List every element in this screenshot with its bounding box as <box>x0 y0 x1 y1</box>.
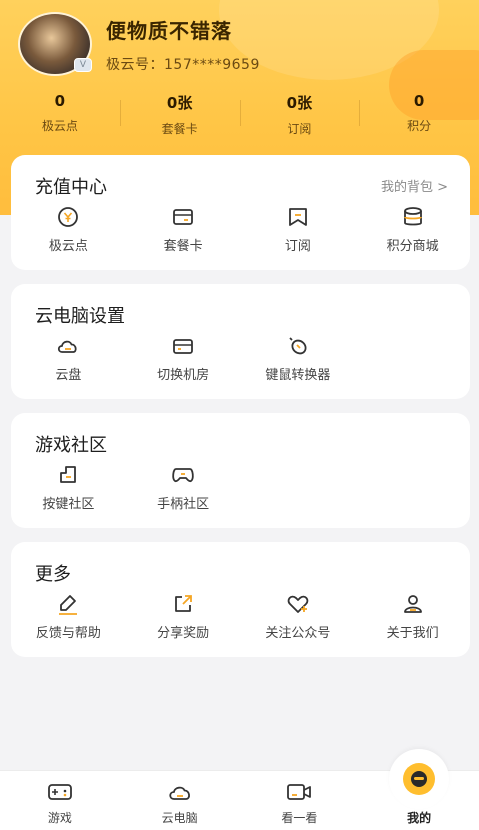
stat-subscriptions[interactable]: 0张 订阅 <box>239 92 360 137</box>
item-label: 关注公众号 <box>265 626 331 641</box>
tab-watch[interactable]: 看一看 <box>240 771 360 830</box>
coins-stack-icon <box>403 207 422 226</box>
item-label: 关于我们 <box>386 626 439 641</box>
tab-games[interactable]: 游戏 <box>0 771 120 830</box>
more-item-feedback[interactable]: 反馈与帮助 <box>11 592 126 641</box>
item-label: 订阅 <box>284 239 311 254</box>
stat-points[interactable]: 0 积分 <box>359 92 479 137</box>
item-label: 分享奖励 <box>157 626 210 641</box>
stat-package-cards[interactable]: 0张 套餐卡 <box>119 92 240 137</box>
video-camera-icon <box>287 784 312 800</box>
tab-label: 我的 <box>407 811 432 825</box>
tab-cloud-pc[interactable]: 云电脑 <box>120 771 240 830</box>
recharge-item-package-card[interactable]: 套餐卡 <box>126 205 241 254</box>
avatar[interactable]: V <box>18 12 92 76</box>
vip-badge: V <box>74 58 92 72</box>
heart-plus-icon <box>287 595 309 613</box>
community-item-keys[interactable]: 按键社区 <box>11 463 126 512</box>
stat-value: 0张 <box>286 94 313 112</box>
item-label: 手柄社区 <box>157 497 210 512</box>
tab-mine[interactable]: 我的 <box>359 749 479 830</box>
cloud-pc-settings-card: 云电脑设置 云盘 切换机房 键鼠转换器 <box>11 284 470 399</box>
cloud-icon <box>168 786 190 800</box>
stats-bar: 0 极云点 0张 套餐卡 0张 订阅 0 积分 <box>0 92 479 137</box>
item-label: 套餐卡 <box>163 239 203 254</box>
stat-value: 0 <box>413 92 425 110</box>
share-icon <box>175 595 193 612</box>
tab-label: 看一看 <box>281 811 318 825</box>
stat-label: 订阅 <box>287 122 312 136</box>
yen-coin-icon <box>58 207 79 227</box>
stat-label: 积分 <box>407 119 432 133</box>
settings-item-mouse-converter[interactable]: 键鼠转换器 <box>241 334 356 383</box>
community-item-gamepad[interactable]: 手柄社区 <box>126 463 241 512</box>
recharge-item-points-mall[interactable]: 积分商城 <box>355 205 470 254</box>
keyboard-key-icon <box>60 466 77 483</box>
game-community-card: 游戏社区 按键社区 手柄社区 <box>11 413 470 528</box>
item-label: 键鼠转换器 <box>265 368 331 383</box>
server-icon <box>173 339 194 354</box>
cloud-icon <box>58 340 77 353</box>
recharge-item-cloud-points[interactable]: 极云点 <box>11 205 126 254</box>
item-label: 积分商城 <box>386 239 439 254</box>
card-title: 云电脑设置 <box>35 306 125 327</box>
profile-section[interactable]: V 便物质不错落 极云号：157****9659 <box>18 12 260 76</box>
pencil-icon <box>59 595 78 615</box>
card-icon <box>173 209 194 225</box>
stat-value: 0张 <box>166 94 193 112</box>
mouse-icon <box>289 337 307 355</box>
stat-label: 极云点 <box>41 119 78 133</box>
more-item-share[interactable]: 分享奖励 <box>126 592 241 641</box>
recharge-center-card: 充值中心 我的背包 > 极云点 套餐卡 订阅 积分商城 <box>11 155 470 270</box>
item-label: 切换机房 <box>157 368 210 383</box>
gamepad-icon <box>172 468 194 483</box>
item-label: 反馈与帮助 <box>35 626 101 641</box>
recharge-item-subscription[interactable]: 订阅 <box>241 205 356 254</box>
more-item-follow[interactable]: 关注公众号 <box>241 592 356 641</box>
user-id: 极云号：157****9659 <box>106 56 260 73</box>
settings-item-switch-room[interactable]: 切换机房 <box>126 334 241 383</box>
settings-item-cloud-disk[interactable]: 云盘 <box>11 334 126 383</box>
my-backpack-link[interactable]: 我的背包 > <box>381 176 448 195</box>
stat-label: 套餐卡 <box>161 122 198 136</box>
item-label: 按键社区 <box>42 497 95 512</box>
stat-value: 0 <box>54 92 66 110</box>
game-controller-icon <box>47 784 72 800</box>
mine-face-icon <box>403 763 436 795</box>
more-item-about[interactable]: 关于我们 <box>355 592 470 641</box>
bottom-tab-bar: 游戏 云电脑 看一看 我的 <box>0 749 479 830</box>
more-card: 更多 反馈与帮助 分享奖励 关注公众号 关于我们 <box>11 542 470 657</box>
tab-label: 游戏 <box>47 811 72 825</box>
username: 便物质不错落 <box>106 18 232 43</box>
bookmark-icon <box>288 208 307 226</box>
card-title: 游戏社区 <box>35 435 107 456</box>
stat-cloud-points[interactable]: 0 极云点 <box>0 92 120 137</box>
item-label: 极云点 <box>48 239 88 254</box>
item-label: 云盘 <box>55 368 82 383</box>
card-title: 充值中心 <box>35 177 107 198</box>
person-icon <box>403 595 422 613</box>
tab-label: 云电脑 <box>161 811 198 825</box>
card-title: 更多 <box>35 564 71 585</box>
